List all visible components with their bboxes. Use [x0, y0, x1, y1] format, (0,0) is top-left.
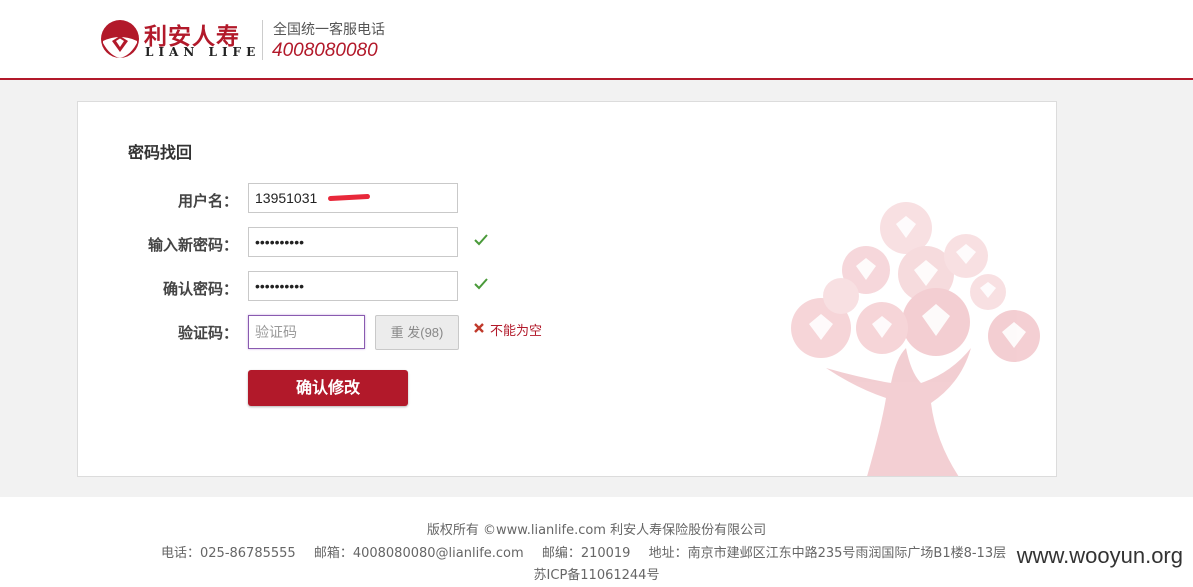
footer-icp[interactable]: 苏ICP备11061244号: [0, 564, 1193, 583]
username-label: 用户名：: [177, 192, 238, 210]
header-divider: [262, 20, 263, 60]
new-password-label: 输入新密码：: [147, 236, 238, 254]
footer-postcode: 邮编：210019: [541, 546, 631, 561]
check-icon: [474, 278, 488, 290]
footer-email[interactable]: 邮箱：4008080080@lianlife.com: [314, 546, 524, 561]
watermark-text: www.wooyun.org: [1016, 543, 1183, 568]
lianlife-logo-mark-icon: [101, 20, 139, 58]
logo-english-name: LIAN LIFE: [145, 45, 261, 59]
password-recovery-panel: 密码找回 用户名： 输入新密码： 确认密码： 验证码： 重 发(98) 不能为空: [77, 101, 1057, 477]
captcha-error-text: 不能为空: [490, 324, 543, 339]
footer-address: 地址：南京市建邺区江东中路235号雨润国际广场B1楼8-13层: [648, 546, 1007, 561]
money-tree-illustration-icon: [791, 202, 1040, 476]
hotline-label: 全国统一客服电话: [273, 22, 385, 38]
confirm-change-button[interactable]: 确认修改: [248, 370, 408, 406]
check-icon: [474, 234, 488, 246]
lianlife-logo[interactable]: 利安人寿 LIAN LIFE: [100, 17, 260, 61]
confirm-password-label: 确认密码：: [162, 280, 238, 298]
footer-contact: 电话：025-86785555 邮箱：4008080080@lianlife.c…: [161, 542, 1020, 561]
footer-copyright: 版权所有 ©www.lianlife.com 利安人寿保险股份有限公司: [426, 523, 767, 538]
new-password-input[interactable]: [248, 227, 458, 257]
error-x-icon: [474, 323, 484, 333]
main-area: 密码找回 用户名： 输入新密码： 确认密码： 验证码： 重 发(98) 不能为空: [0, 80, 1193, 497]
confirm-password-input[interactable]: [248, 271, 458, 301]
form-title: 密码找回: [128, 143, 193, 162]
username-field-wrap: [248, 183, 458, 213]
resend-code-button[interactable]: 重 发(98): [375, 315, 459, 350]
captcha-label: 验证码：: [177, 324, 238, 342]
footer-phone: 电话：025-86785555: [161, 546, 296, 561]
site-header: 利安人寿 LIAN LIFE 全国统一客服电话 4008080080: [0, 0, 1193, 80]
captcha-input[interactable]: [248, 315, 365, 349]
hotline-number: 4008080080: [272, 40, 378, 61]
site-footer: 版权所有 ©www.lianlife.com 利安人寿保险股份有限公司 电话：0…: [0, 497, 1193, 587]
